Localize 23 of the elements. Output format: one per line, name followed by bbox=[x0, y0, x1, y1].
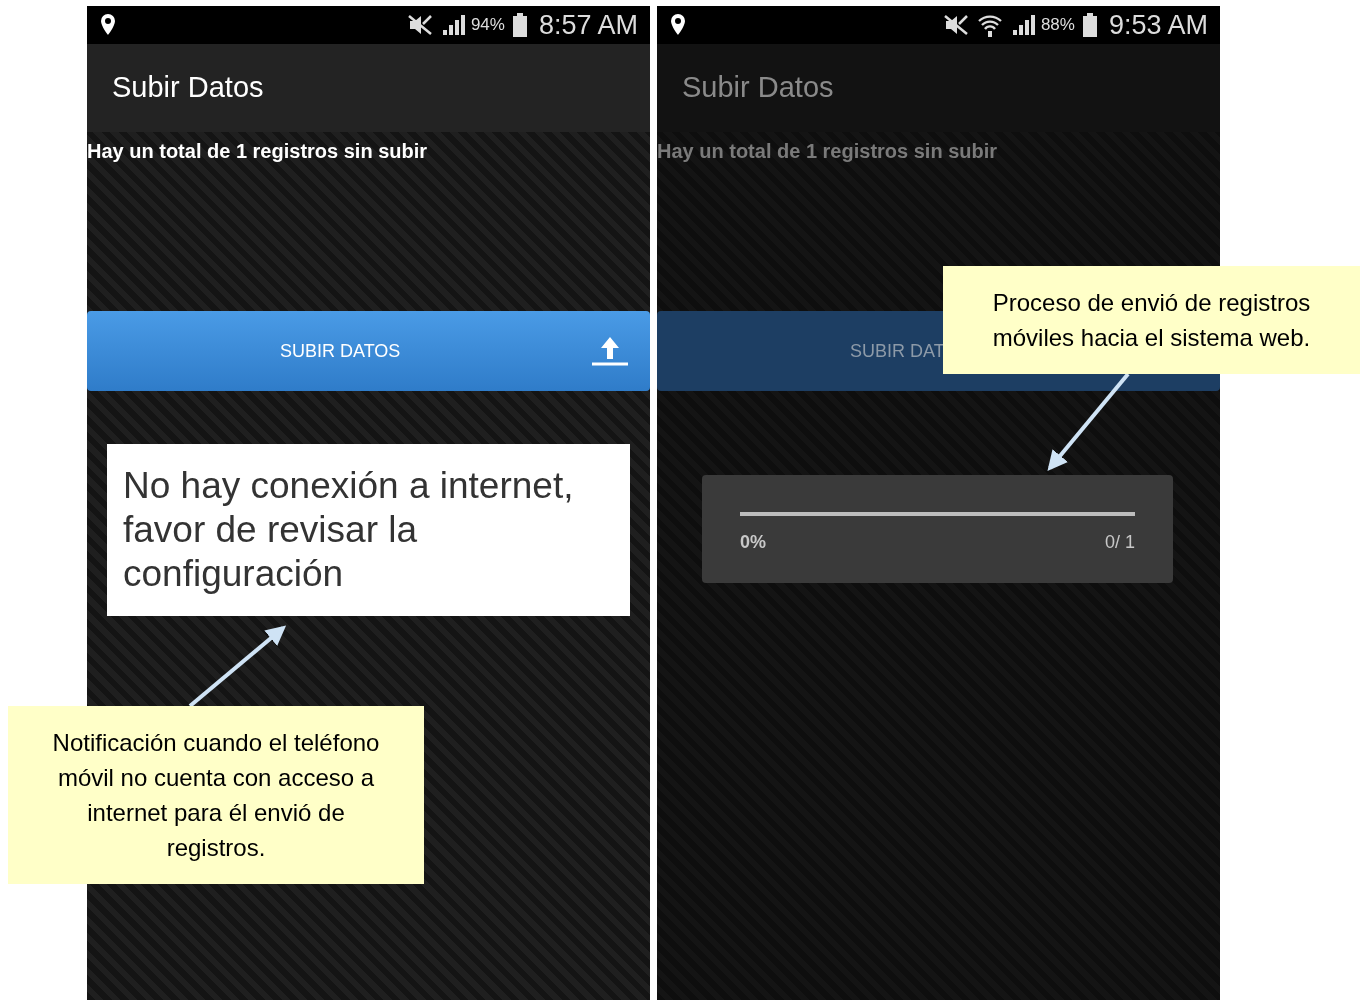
upload-button[interactable]: SUBIR DATOS bbox=[87, 311, 650, 391]
progress-count: 0/ 1 bbox=[1104, 531, 1135, 554]
mute-icon bbox=[406, 14, 433, 36]
toast-message: No hay conexión a internet, favor de revisar la configuración bbox=[107, 444, 630, 616]
clock: 8:57 AM bbox=[538, 8, 638, 42]
battery-percent: 94% bbox=[470, 14, 505, 37]
upload-icon bbox=[590, 335, 630, 367]
battery-icon bbox=[1082, 13, 1097, 37]
progress-percent: 0% bbox=[740, 531, 766, 554]
callout-tooltip: Proceso de envió de registros móviles hacia el sistema web. bbox=[943, 266, 1360, 374]
screen-title: Subir Datos bbox=[112, 70, 264, 106]
location-pin-icon bbox=[99, 13, 117, 37]
summary-text: Hay un total de 1 registros sin subir bbox=[657, 139, 999, 164]
signal-icon bbox=[440, 13, 467, 37]
screen-title: Subir Datos bbox=[682, 70, 834, 106]
clock: 9:53 AM bbox=[1108, 8, 1208, 42]
location-pin-icon bbox=[669, 13, 687, 37]
summary-text: Hay un total de 1 registros sin subir bbox=[87, 139, 429, 164]
mute-icon bbox=[942, 14, 969, 36]
battery-percent: 88% bbox=[1040, 14, 1075, 37]
callout-tooltip: Notificación cuando el teléfono móvil no cuenta con acceso a internet para él envió de registros. bbox=[8, 706, 424, 884]
battery-icon bbox=[512, 13, 527, 37]
signal-icon bbox=[1010, 13, 1037, 37]
